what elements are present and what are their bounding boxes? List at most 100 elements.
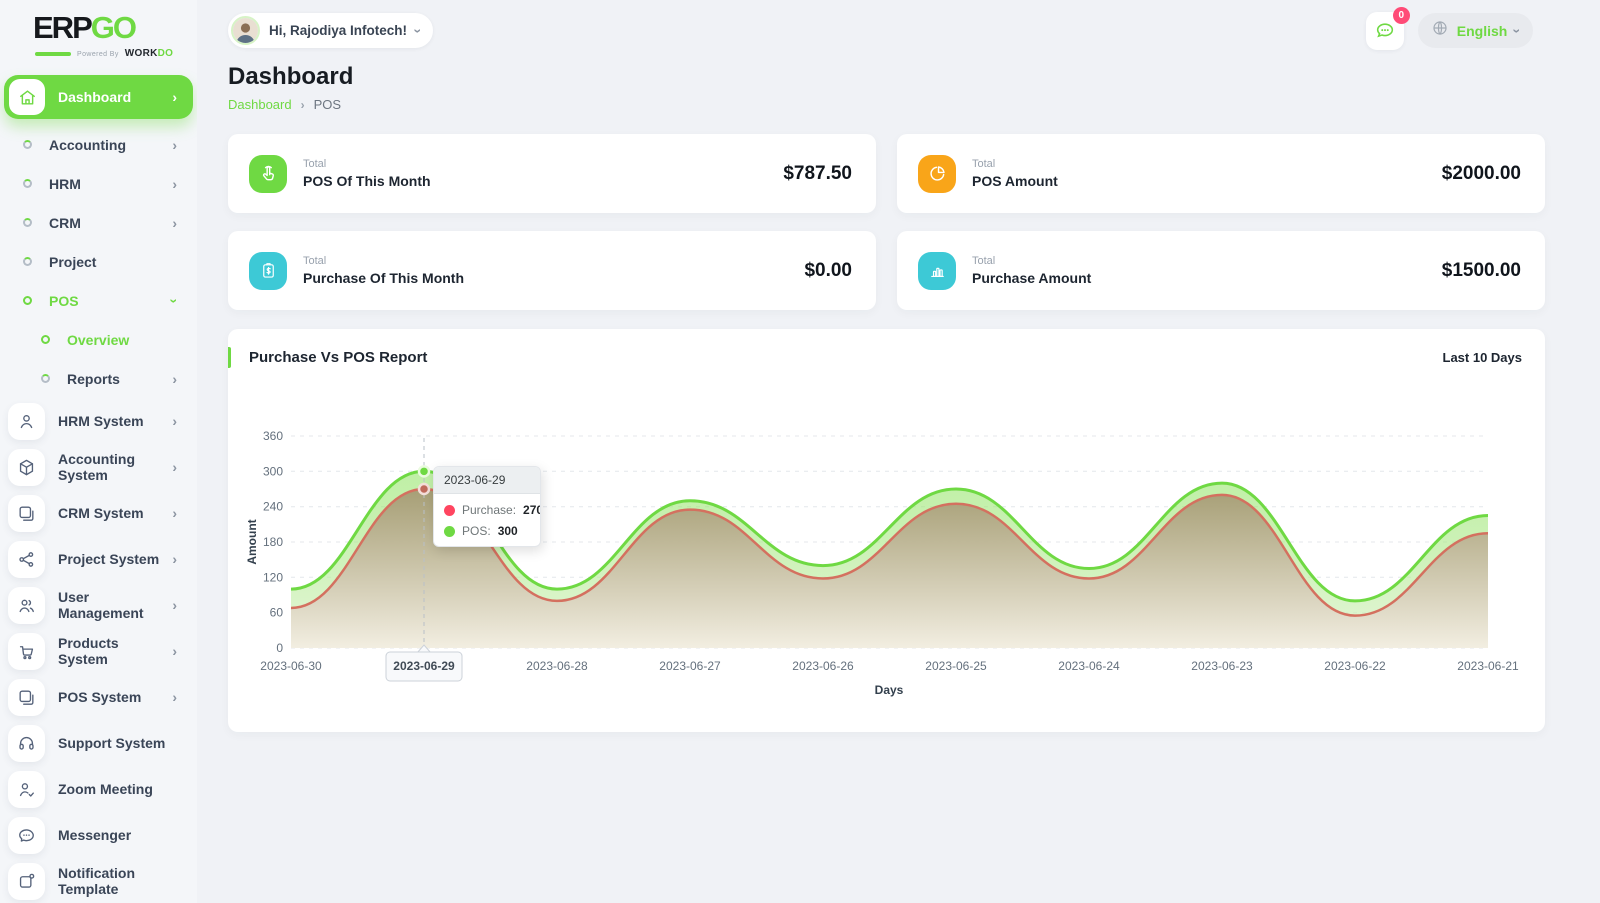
chevron-down-icon: › (168, 298, 182, 303)
logo-underline (35, 52, 71, 56)
stat-value: $787.50 (783, 163, 852, 185)
logo-text: ERPGO (33, 12, 197, 43)
headset-icon (8, 725, 45, 762)
stat-cards: TotalPOS Of This Month $787.50 TotalPOS … (228, 134, 1545, 310)
chevron-right-icon: › (172, 552, 177, 566)
chevron-right-icon: › (172, 90, 177, 104)
stat-kicker: Total (972, 255, 1091, 267)
breadcrumb-current: POS (314, 97, 341, 112)
cube-icon (8, 449, 45, 486)
svg-text:180: 180 (263, 535, 283, 549)
stat-value: $2000.00 (1442, 163, 1521, 185)
chart-card-header: Purchase Vs POS Report Last 10 Days (228, 329, 1545, 385)
chevron-right-icon: › (172, 216, 177, 230)
svg-text:2023-06-29: 2023-06-29 (393, 659, 455, 673)
svg-text:360: 360 (263, 429, 283, 443)
svg-text:Days: Days (875, 683, 904, 697)
pie-chart-icon (918, 155, 956, 193)
globe-icon (1431, 19, 1449, 42)
notification-icon (8, 863, 45, 900)
user-menu-button[interactable]: Hi, Rajodiya Infotech! › (228, 13, 433, 48)
sidebar-item-zoom-meeting[interactable]: Zoom Meeting (0, 766, 197, 812)
sidebar-item-project-system[interactable]: Project System› (0, 536, 197, 582)
sidebar-item-notification-template[interactable]: Notification Template (0, 858, 197, 903)
svg-text:2023-06-21: 2023-06-21 (1457, 659, 1519, 673)
stat-card-pos-of-this-month: TotalPOS Of This Month $787.50 (228, 134, 876, 213)
page-title: Dashboard (228, 63, 1545, 91)
sidebar-item-project[interactable]: Project (0, 242, 197, 281)
user-avatar (231, 16, 260, 45)
stat-kicker: Total (972, 158, 1058, 170)
sidebar-item-hrm[interactable]: HRM› (0, 164, 197, 203)
language-selector[interactable]: English › (1418, 13, 1533, 48)
sidebar-item-user-management[interactable]: User Management› (0, 582, 197, 628)
chevron-right-icon: › (172, 690, 177, 704)
chart-area: 0601201802403003602023-06-302023-06-2920… (228, 385, 1545, 730)
chevron-down-icon: › (411, 28, 425, 33)
tooltip-row: Purchase:270 (434, 497, 540, 518)
sidebar-item-hrm-system[interactable]: HRM System› (0, 398, 197, 444)
svg-text:2023-06-22: 2023-06-22 (1324, 659, 1386, 673)
messages-button[interactable]: 0 (1366, 12, 1404, 50)
window-icon (8, 679, 45, 716)
chevron-right-icon: › (172, 644, 177, 658)
header-actions: 0 English › (1366, 12, 1533, 50)
sidebar-item-support-system[interactable]: Support System (0, 720, 197, 766)
svg-text:2023-06-26: 2023-06-26 (792, 659, 854, 673)
stat-card-purchase-amount: Total Purchase Amount $1500.00 (897, 231, 1545, 310)
stat-label: Purchase Amount (972, 270, 1091, 286)
svg-text:2023-06-24: 2023-06-24 (1058, 659, 1120, 673)
purchase-vs-pos-chart[interactable]: 0601201802403003602023-06-302023-06-2920… (228, 385, 1545, 725)
sidebar-item-pos[interactable]: POS› (0, 281, 197, 320)
bullet-icon (23, 179, 32, 188)
sidebar-item-pos-system[interactable]: POS System› (0, 674, 197, 720)
breadcrumb-dashboard-link[interactable]: Dashboard (228, 97, 292, 112)
chevron-right-icon: › (172, 372, 177, 386)
svg-text:2023-06-28: 2023-06-28 (526, 659, 588, 673)
sidebar-item-messenger[interactable]: Messenger (0, 812, 197, 858)
bullet-icon (41, 374, 50, 383)
logo-tagline: Powered By WORKDO (35, 49, 197, 59)
sidebar-item-products-system[interactable]: Products System› (0, 628, 197, 674)
invoice-icon (249, 252, 287, 290)
chevron-right-icon: › (172, 138, 177, 152)
language-label: English (1457, 23, 1508, 39)
tap-icon (249, 155, 287, 193)
stat-kicker: Total (303, 255, 464, 267)
sidebar-main-menu: Accounting›HRM›CRM›ProjectPOS› (0, 125, 197, 320)
user-check-icon (8, 771, 45, 808)
share-nodes-icon (8, 541, 45, 578)
chevron-right-icon: › (172, 414, 177, 428)
chat-icon (1374, 20, 1396, 42)
svg-text:300: 300 (263, 464, 283, 478)
breadcrumb: Dashboard › POS (228, 97, 1545, 112)
sidebar-item-accounting[interactable]: Accounting› (0, 125, 197, 164)
svg-text:2023-06-25: 2023-06-25 (925, 659, 987, 673)
sidebar-item-crm-system[interactable]: CRM System› (0, 490, 197, 536)
person-icon (8, 403, 45, 440)
sidebar-subitem-overview[interactable]: Overview (0, 320, 197, 359)
window-icon (8, 495, 45, 532)
stat-card-purchase-of-this-month: TotalPurchase Of This Month $0.00 (228, 231, 876, 310)
stat-card-pos-amount: TotalPOS Amount $2000.00 (897, 134, 1545, 213)
svg-text:120: 120 (263, 570, 283, 584)
chevron-down-icon: › (1511, 28, 1525, 33)
sidebar-item-accounting-system[interactable]: Accounting System› (0, 444, 197, 490)
chart-card: Purchase Vs POS Report Last 10 Days 0601… (228, 329, 1545, 732)
svg-text:0: 0 (276, 641, 283, 655)
app-logo[interactable]: ERPGO Powered By WORKDO (0, 0, 197, 59)
bar-chart-icon (918, 252, 956, 290)
tooltip-row: POS:300 (434, 518, 540, 539)
svg-text:2023-06-27: 2023-06-27 (659, 659, 721, 673)
svg-text:2023-06-30: 2023-06-30 (260, 659, 322, 673)
bullet-icon (41, 335, 50, 344)
bullet-icon (23, 296, 32, 305)
sidebar-pos-submenu: OverviewReports› (0, 320, 197, 398)
chart-tooltip: 2023-06-29 Purchase:270POS:300 (433, 466, 541, 547)
sidebar-subitem-reports[interactable]: Reports› (0, 359, 197, 398)
stat-value: $1500.00 (1442, 260, 1521, 282)
chat-bubble-icon (8, 817, 45, 854)
sidebar-item-crm[interactable]: CRM› (0, 203, 197, 242)
series-dot-icon (444, 505, 455, 516)
sidebar-item-dashboard[interactable]: Dashboard › (4, 75, 193, 119)
